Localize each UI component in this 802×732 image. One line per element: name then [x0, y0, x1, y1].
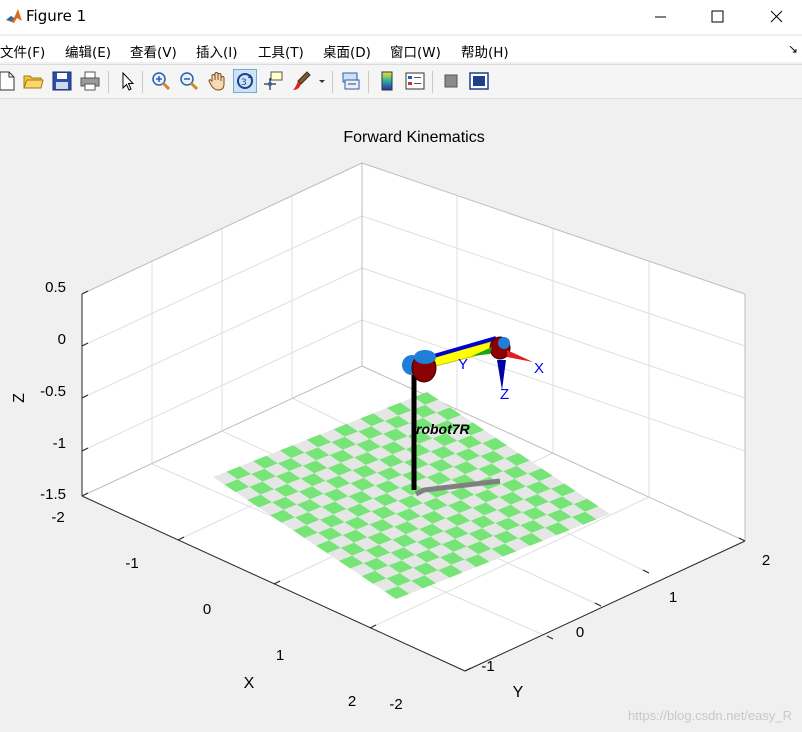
rotate-3d-icon: 3 — [237, 73, 253, 89]
robot-name-label: robot7R — [416, 421, 471, 437]
watermark-text: https://blog.csdn.net/easy_R — [628, 708, 792, 723]
folder-icon — [23, 75, 44, 89]
maximize-icon — [711, 10, 724, 23]
z-tick-label: 0.5 — [45, 279, 66, 296]
menu-bar: 文件(F) 编辑(E) 查看(V) 插入(I) 工具(T) 桌面(D) 窗口(W… — [0, 36, 802, 62]
x-tick-label: 0 — [203, 601, 211, 618]
insert-colorbar-button[interactable] — [376, 70, 398, 92]
save-button[interactable] — [51, 70, 73, 92]
minimize-button[interactable] — [638, 0, 684, 34]
legend-icon — [405, 72, 425, 90]
window-title: Figure 1 — [26, 7, 87, 25]
menu-tools[interactable]: 工具(T) — [258, 41, 304, 61]
hide-plot-tools-icon — [444, 74, 458, 88]
hand-icon — [208, 71, 225, 91]
data-cursor-icon — [264, 71, 283, 90]
menu-file[interactable]: 文件(F) — [0, 41, 45, 61]
chevron-down-icon — [319, 80, 325, 83]
y-tick-label: 2 — [762, 552, 770, 569]
maximize-button[interactable] — [694, 0, 740, 34]
pointer-arrow-icon — [122, 71, 135, 91]
plot-title: Forward Kinematics — [343, 129, 484, 146]
menu-help[interactable]: 帮助(H) — [461, 41, 509, 61]
x-tick-label: -1 — [125, 555, 138, 572]
frame-x-label: X — [534, 360, 544, 377]
x-tick-label: 1 — [276, 647, 284, 664]
show-plot-tools-icon — [469, 72, 489, 90]
pan-button[interactable] — [206, 70, 228, 92]
toolbar-separator — [142, 71, 143, 93]
frame-z-label: Z — [500, 386, 509, 403]
menu-window[interactable]: 窗口(W) — [390, 41, 441, 61]
zoom-out-button[interactable] — [178, 70, 200, 92]
menu-edit[interactable]: 编辑(E) — [65, 41, 111, 61]
toolbar-separator — [432, 71, 433, 93]
z-tick-label: -1.5 — [40, 486, 66, 503]
floppy-disk-icon — [52, 71, 72, 91]
close-icon — [770, 10, 783, 23]
minimize-icon — [655, 16, 666, 18]
menu-desktop[interactable]: 桌面(D) — [323, 41, 371, 61]
brush-icon — [293, 71, 311, 90]
robot-joint — [414, 350, 436, 364]
brush-dropdown[interactable] — [316, 70, 328, 92]
zoom-out-icon — [180, 72, 199, 91]
figure-toolbar: 3 — [0, 64, 802, 99]
show-plot-tools-button[interactable] — [468, 70, 490, 92]
data-cursor-button[interactable] — [262, 70, 284, 92]
link-plot-icon — [342, 72, 360, 90]
x-axis-label: X — [244, 675, 255, 692]
z-axis-label: Z — [11, 393, 28, 403]
print-button[interactable] — [79, 70, 101, 92]
y-tick-label: -2 — [389, 696, 402, 713]
toolbar-separator — [368, 71, 369, 93]
new-figure-button[interactable] — [0, 70, 18, 92]
colorbar-icon — [381, 71, 393, 91]
close-button[interactable] — [752, 0, 798, 34]
menu-view[interactable]: 查看(V) — [130, 41, 177, 61]
edit-plot-button[interactable] — [116, 70, 138, 92]
window-titlebar: Figure 1 — [0, 0, 802, 34]
y-tick-label: 1 — [669, 589, 677, 606]
svg-text:3: 3 — [241, 78, 247, 88]
zoom-in-button[interactable] — [150, 70, 172, 92]
frame-y-label: Y — [458, 356, 468, 373]
new-file-icon — [0, 71, 15, 91]
brush-button[interactable] — [290, 70, 312, 92]
y-tick-label: -1 — [481, 658, 494, 675]
insert-legend-button[interactable] — [404, 70, 426, 92]
toolbar-separator — [332, 71, 333, 93]
x-tick-label: -2 — [51, 509, 64, 526]
z-tick-label: 0 — [58, 331, 66, 348]
menu-insert[interactable]: 插入(I) — [196, 41, 238, 61]
rotate-3d-button[interactable]: 3 — [233, 69, 257, 93]
z-tick-label: -1 — [53, 435, 66, 452]
y-tick-label: 0 — [576, 624, 584, 641]
x-tick-label: 2 — [348, 693, 356, 710]
dock-arrow-icon[interactable]: ↘ — [788, 42, 798, 56]
toolbar-separator — [108, 71, 109, 93]
hide-plot-tools-button[interactable] — [440, 70, 462, 92]
printer-icon — [80, 71, 100, 91]
y-axis-label: Y — [513, 684, 524, 701]
z-tick-label: -0.5 — [40, 383, 66, 400]
link-plot-button[interactable] — [340, 70, 362, 92]
figure-canvas[interactable]: X Y Z robot7R Forward Kinematics 0.5 0 -… — [0, 98, 802, 732]
robot-joint — [498, 337, 510, 349]
open-file-button[interactable] — [22, 70, 44, 92]
matlab-logo-icon — [5, 7, 23, 25]
zoom-in-icon — [152, 72, 171, 91]
